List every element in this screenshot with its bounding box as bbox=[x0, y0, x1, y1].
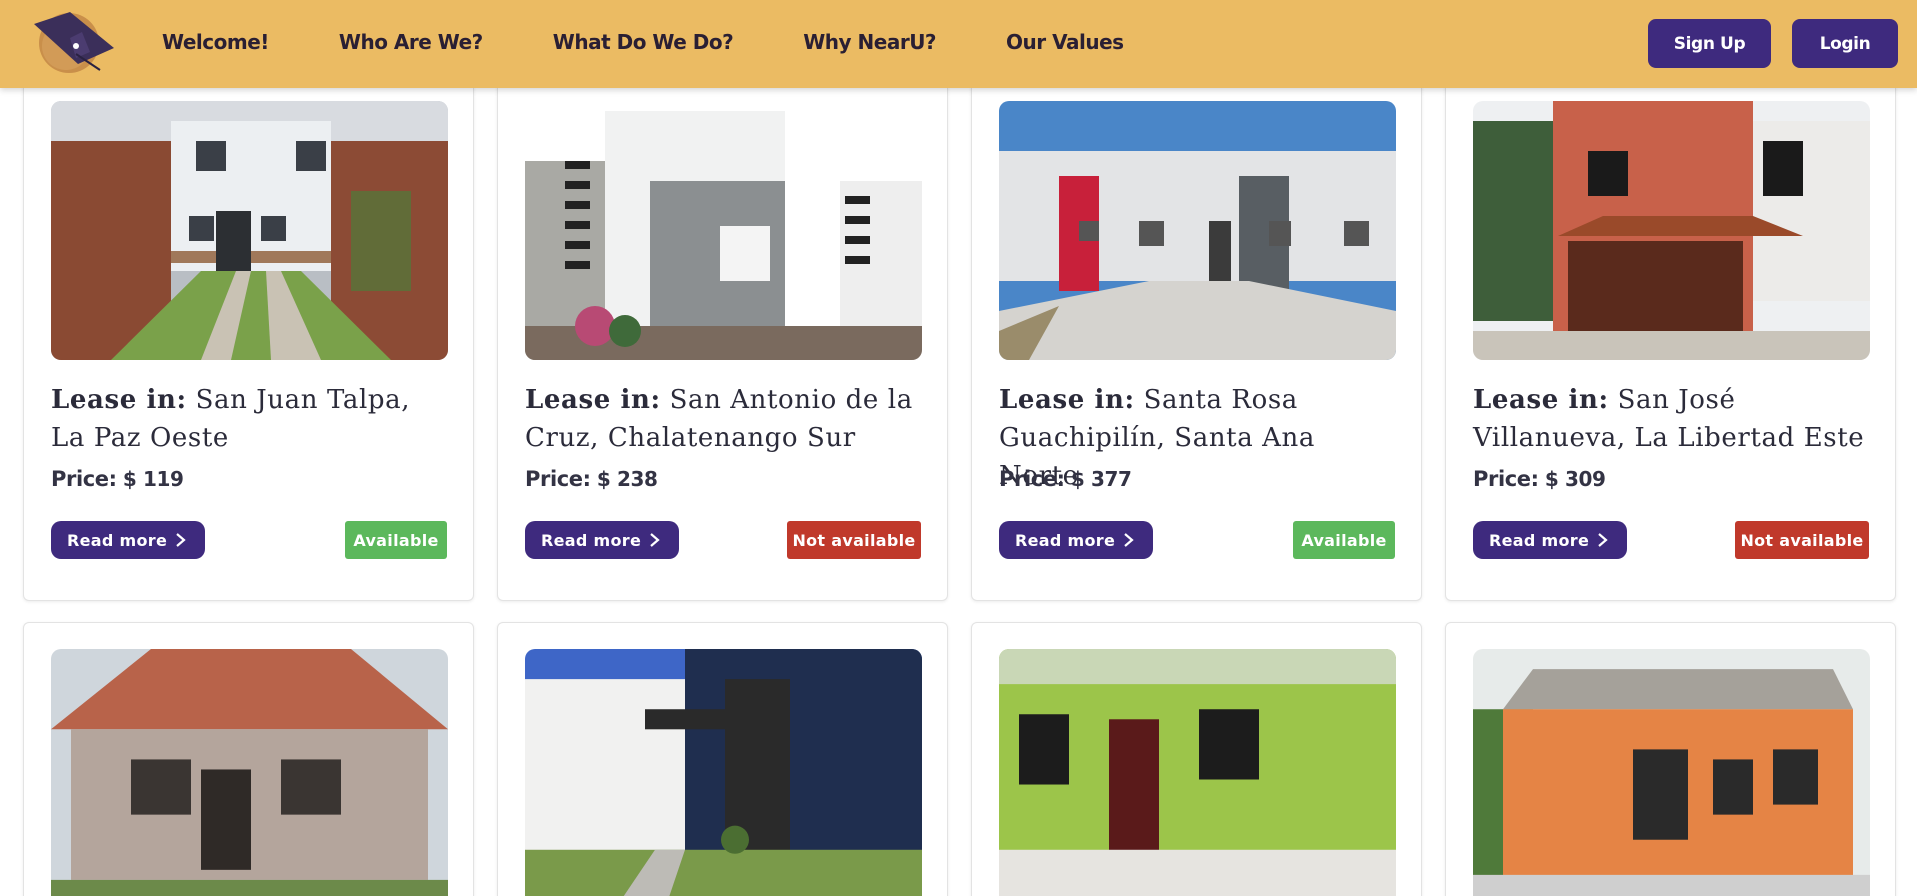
nav-what-do-we-do[interactable]: What Do We Do? bbox=[553, 30, 734, 54]
house-photo[interactable] bbox=[999, 649, 1396, 896]
house-photo[interactable] bbox=[51, 649, 448, 896]
price-label: Price: bbox=[1473, 467, 1539, 491]
lease-label: Lease in: bbox=[525, 385, 661, 415]
chevron-right-icon bbox=[1124, 533, 1134, 547]
house-photo[interactable] bbox=[51, 101, 448, 360]
listing-price: Price: $ 377 bbox=[999, 467, 1132, 491]
listing-title: Lease in: San Juan Talpa, La Paz Oeste bbox=[51, 381, 451, 457]
page: Welcome! Who Are We? What Do We Do? Why … bbox=[0, 0, 1917, 896]
status-badge: Available bbox=[345, 521, 447, 559]
read-more-button[interactable]: Read more bbox=[999, 521, 1153, 559]
nav-our-values[interactable]: Our Values bbox=[1006, 30, 1124, 54]
status-badge: Available bbox=[1293, 521, 1395, 559]
price-value: $ 119 bbox=[122, 467, 184, 491]
listing-card: Lease in: Santa Rosa Guachipilín, Santa … bbox=[971, 74, 1422, 601]
login-button[interactable]: Login bbox=[1792, 19, 1898, 68]
lease-label: Lease in: bbox=[51, 385, 187, 415]
house-photo[interactable] bbox=[525, 101, 922, 360]
read-more-button[interactable]: Read more bbox=[51, 521, 205, 559]
listing-price: Price: $ 238 bbox=[525, 467, 658, 491]
read-more-label: Read more bbox=[541, 530, 642, 550]
read-more-label: Read more bbox=[1489, 530, 1590, 550]
listing-price: Price: $ 119 bbox=[51, 467, 184, 491]
house-photo[interactable] bbox=[999, 101, 1396, 360]
listing-card: Lease in: San Antonio de la Cruz, Chalat… bbox=[497, 74, 948, 601]
house-photo[interactable] bbox=[1473, 649, 1870, 896]
price-value: $ 309 bbox=[1544, 467, 1606, 491]
read-more-button[interactable]: Read more bbox=[1473, 521, 1627, 559]
house-photo[interactable] bbox=[525, 649, 922, 896]
nav-who-are-we[interactable]: Who Are We? bbox=[339, 30, 483, 54]
price-label: Price: bbox=[999, 467, 1065, 491]
listing-title: Lease in: San Antonio de la Cruz, Chalat… bbox=[525, 381, 925, 457]
read-more-label: Read more bbox=[67, 530, 168, 550]
status-badge: Not available bbox=[787, 521, 921, 559]
read-more-label: Read more bbox=[1015, 530, 1116, 550]
listing-card bbox=[971, 622, 1422, 896]
main-nav: Welcome! Who Are We? What Do We Do? Why … bbox=[162, 0, 1194, 84]
listing-price: Price: $ 309 bbox=[1473, 467, 1606, 491]
listing-card bbox=[1445, 622, 1896, 896]
listing-card bbox=[23, 622, 474, 896]
listing-title: Lease in: San José Villanueva, La Libert… bbox=[1473, 381, 1873, 457]
house-photo[interactable] bbox=[1473, 101, 1870, 360]
lease-label: Lease in: bbox=[1473, 385, 1609, 415]
status-badge: Not available bbox=[1735, 521, 1869, 559]
nav-welcome[interactable]: Welcome! bbox=[162, 30, 269, 54]
price-value: $ 238 bbox=[596, 467, 658, 491]
listing-card bbox=[497, 622, 948, 896]
listing-card: Lease in: San José Villanueva, La Libert… bbox=[1445, 74, 1896, 601]
listing-card: Lease in: San Juan Talpa, La Paz Oeste P… bbox=[23, 74, 474, 601]
chevron-right-icon bbox=[650, 533, 660, 547]
chevron-right-icon bbox=[176, 533, 186, 547]
read-more-button[interactable]: Read more bbox=[525, 521, 679, 559]
graduation-cap-logo-icon[interactable] bbox=[30, 8, 114, 74]
chevron-right-icon bbox=[1598, 533, 1608, 547]
price-label: Price: bbox=[51, 467, 117, 491]
nav-why-nearu[interactable]: Why NearU? bbox=[803, 30, 936, 54]
lease-label: Lease in: bbox=[999, 385, 1135, 415]
signup-button[interactable]: Sign Up bbox=[1648, 19, 1771, 68]
price-label: Price: bbox=[525, 467, 591, 491]
top-navbar: Welcome! Who Are We? What Do We Do? Why … bbox=[0, 0, 1917, 88]
price-value: $ 377 bbox=[1070, 467, 1132, 491]
